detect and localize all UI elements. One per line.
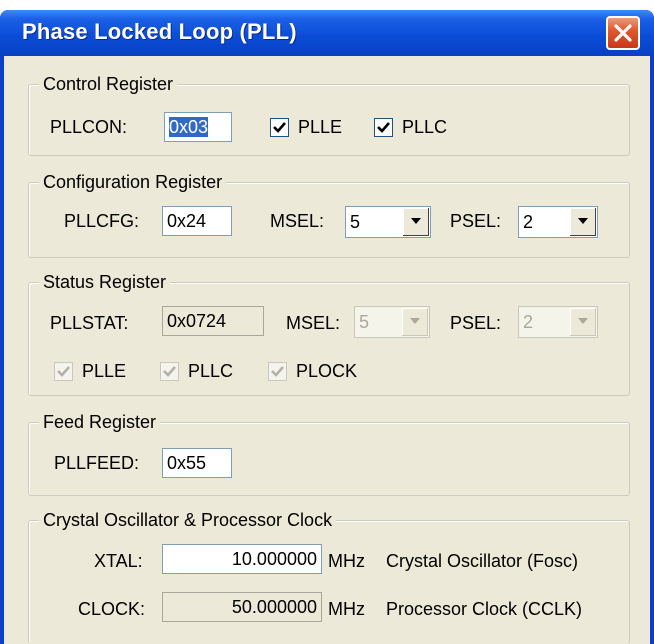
- pllstat-label: PLLSTAT:: [50, 313, 129, 333]
- pllfeed-input[interactable]: 0x55: [162, 448, 232, 478]
- control-plle-checkbox[interactable]: [270, 118, 289, 137]
- clock-readonly-field: 50.000000: [162, 592, 322, 622]
- status-plock-label: PLOCK: [296, 361, 358, 381]
- config-msel-value: 5: [350, 212, 361, 232]
- config-msel-label: MSEL:: [270, 211, 325, 231]
- clock-group: Crystal Oscillator & Processor Clock: [28, 510, 630, 644]
- status-psel-label: PSEL:: [450, 313, 502, 333]
- pllstat-value: 0x0724: [167, 311, 227, 331]
- status-plle-label: PLLE: [82, 361, 127, 381]
- status-register-legend: Status Register: [39, 272, 171, 292]
- configuration-register-legend: Configuration Register: [39, 172, 227, 192]
- xtal-value: 10.000000: [231, 549, 317, 569]
- clock-legend: Crystal Oscillator & Processor Clock: [39, 510, 337, 530]
- status-msel-dropdown-button: [402, 308, 428, 336]
- pllstat-readonly-field: 0x0724: [162, 306, 264, 336]
- xtal-input[interactable]: 10.000000: [162, 544, 322, 574]
- xtal-label: XTAL:: [94, 551, 143, 571]
- config-msel-select[interactable]: 5: [345, 206, 431, 238]
- config-psel-label: PSEL:: [450, 211, 502, 231]
- status-plle-checkbox: [54, 362, 73, 381]
- control-pllc-checkbox[interactable]: [374, 118, 393, 137]
- status-msel-label: MSEL:: [286, 313, 341, 333]
- status-psel-select: 2: [518, 306, 598, 338]
- pllcon-label: PLLCON:: [50, 117, 128, 137]
- pllcfg-label: PLLCFG:: [64, 211, 140, 231]
- config-msel-dropdown-button[interactable]: [403, 208, 429, 236]
- pllfeed-label: PLLFEED:: [54, 453, 140, 473]
- xtal-description: Crystal Oscillator (Fosc): [386, 551, 579, 571]
- clock-unit: MHz: [328, 599, 365, 619]
- control-register-legend: Control Register: [39, 74, 178, 94]
- clock-label: CLOCK:: [78, 599, 146, 619]
- dialog-client-area: Control Register PLLCON: 0x03 PLLE PLLC …: [4, 56, 650, 644]
- pllcfg-input[interactable]: 0x24: [162, 206, 232, 236]
- status-pllc-label: PLLC: [188, 361, 234, 381]
- config-psel-dropdown-button[interactable]: [570, 208, 596, 236]
- xtal-unit: MHz: [328, 551, 365, 571]
- status-psel-dropdown-button: [570, 308, 596, 336]
- window-title: Phase Locked Loop (PLL): [22, 19, 297, 44]
- pllcfg-value: 0x24: [167, 211, 207, 231]
- pllfeed-value: 0x55: [167, 453, 207, 473]
- close-button[interactable]: [606, 16, 640, 50]
- control-pllc-label: PLLC: [402, 117, 448, 137]
- status-msel-value: 5: [359, 312, 370, 332]
- clock-value: 50.000000: [231, 597, 317, 617]
- status-plock-checkbox: [268, 362, 287, 381]
- pll-dialog-window: Phase Locked Loop (PLL) Control Register…: [0, 10, 654, 644]
- clock-description: Processor Clock (CCLK): [386, 599, 583, 619]
- status-pllc-checkbox: [160, 362, 179, 381]
- pllcon-value: 0x03: [169, 117, 209, 137]
- title-bar[interactable]: Phase Locked Loop (PLL): [0, 10, 654, 56]
- config-psel-select[interactable]: 2: [518, 206, 598, 238]
- feed-register-legend: Feed Register: [39, 412, 161, 432]
- status-psel-value: 2: [523, 312, 534, 332]
- config-psel-value: 2: [523, 212, 534, 232]
- pllcon-input[interactable]: 0x03: [164, 112, 232, 142]
- control-plle-label: PLLE: [298, 117, 343, 137]
- status-msel-select: 5: [354, 306, 430, 338]
